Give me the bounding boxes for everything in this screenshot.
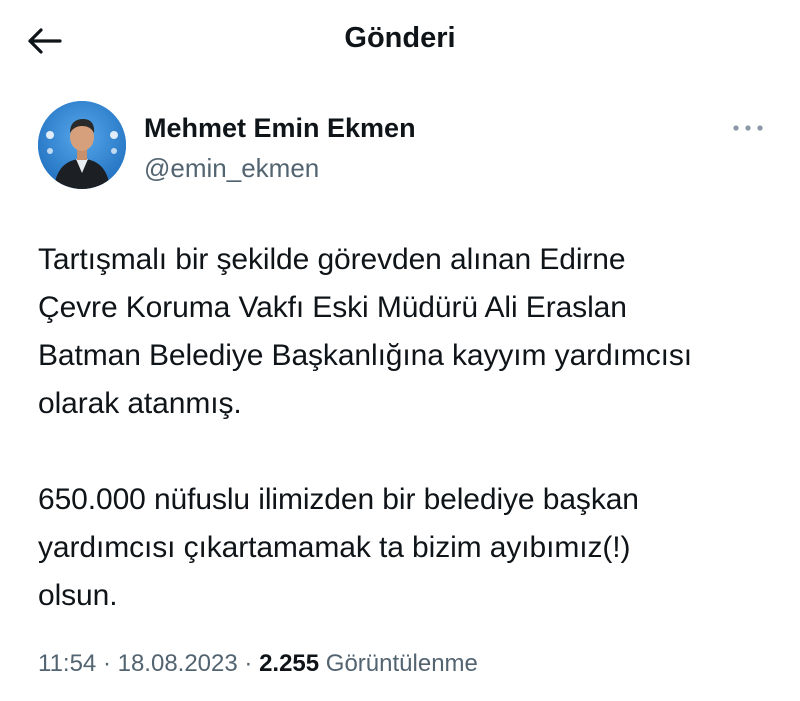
more-dots-icon [733,125,763,131]
separator: · [237,650,260,677]
tweet-line: olarak atanmış. [38,387,242,420]
page-title: Gönderi [344,22,456,54]
author-handle[interactable]: @emin_ekmen [144,153,319,184]
tweet-paragraph-2: 650.000 nüfuslu ilimizden bir belediye b… [38,476,778,620]
tweet-text: Tartışmalı bir şekilde görevden alınan E… [38,236,778,620]
separator: · [96,650,118,677]
tweet-line: olsun. [38,579,118,612]
avatar-image [38,101,126,189]
tweet-line: Batman Belediye Başkanlığına kayyım yard… [38,339,693,372]
avatar[interactable] [38,101,126,189]
post-detail-page: Gönderi Mehmet Emin Ekmen @emin_ekmen Ta… [0,0,800,701]
author-row: Mehmet Emin Ekmen @emin_ekmen [38,101,768,193]
tweet-line: Tartışmalı bir şekilde görevden alınan E… [38,243,626,276]
views-label: Görüntülenme [319,650,478,677]
tweet-meta: 11:54 · 18.08.2023 · 2.255 Görüntülenme [38,650,478,678]
tweet-time[interactable]: 11:54 [38,650,96,677]
tweet-line: 650.000 nüfuslu ilimizden bir belediye b… [38,483,639,516]
more-button[interactable] [728,117,768,139]
tweet-paragraph-1: Tartışmalı bir şekilde görevden alınan E… [38,236,778,428]
tweet-line: Çevre Koruma Vakfı Eski Müdürü Ali Erasl… [38,291,627,324]
header: Gönderi [0,0,800,80]
views-count[interactable]: 2.255 [259,650,319,677]
tweet-line: yardımcısı çıkartamamak ta bizim ayıbımı… [38,531,631,564]
author-name[interactable]: Mehmet Emin Ekmen [144,113,416,144]
tweet-date[interactable]: 18.08.2023 [118,650,238,677]
